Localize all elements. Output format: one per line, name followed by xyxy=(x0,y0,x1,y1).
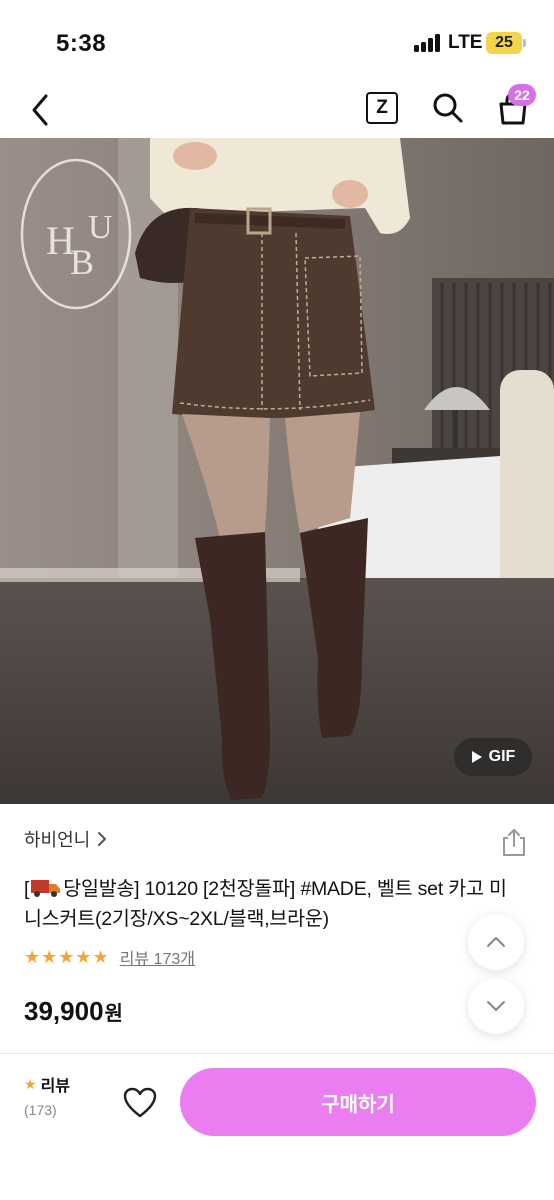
buy-button[interactable]: 구매하기 xyxy=(180,1068,536,1136)
bottom-review-count: (173) xyxy=(24,1102,57,1118)
shop-name: 하비언니 xyxy=(24,830,91,850)
chevron-down-icon xyxy=(487,1001,505,1011)
chevron-left-icon xyxy=(32,94,48,126)
price-unit: 원 xyxy=(104,1003,123,1025)
play-icon xyxy=(471,751,482,763)
battery-level: 25 xyxy=(495,34,513,51)
status-bar: 5:38 LTE 25 xyxy=(0,0,554,80)
network-label: LTE xyxy=(448,32,483,53)
heart-icon xyxy=(123,1087,157,1118)
watermark-b: B xyxy=(70,242,94,282)
back-button[interactable] xyxy=(24,86,60,130)
gif-badge[interactable]: GIF xyxy=(454,738,532,776)
cart-badge: 22 xyxy=(508,84,536,106)
shop-link[interactable]: 하비언니 xyxy=(24,826,108,852)
watermark-u: U xyxy=(88,209,113,246)
product-title-prefix: [ xyxy=(24,878,30,900)
signal-icon xyxy=(414,34,442,52)
product-image[interactable]: H B U xyxy=(0,138,554,804)
bottom-review-header: ★ 리뷰 xyxy=(24,1072,84,1096)
z-icon-button[interactable]: Z xyxy=(366,92,398,124)
price-value: 39,900 xyxy=(24,996,104,1026)
bottom-divider xyxy=(0,1053,554,1054)
share-button[interactable] xyxy=(498,826,530,858)
battery-icon: 25 xyxy=(486,32,522,54)
delivery-truck-icon xyxy=(31,880,61,897)
scroll-down-button[interactable] xyxy=(468,978,524,1034)
status-time: 5:38 xyxy=(56,30,107,57)
share-icon xyxy=(503,829,525,856)
chevron-right-icon xyxy=(98,832,107,846)
product-title: [당일발송] 10120 [2천장돌파] #MADE, 벨트 set 카고 미니… xyxy=(24,874,524,934)
scroll-up-button[interactable] xyxy=(468,914,524,970)
product-title-text: 당일발송] 10120 [2천장돌파] #MADE, 벨트 set 카고 미니스… xyxy=(24,878,507,930)
rating-row: ★★★★★ 리뷰 173개 xyxy=(24,945,195,969)
battery-cap xyxy=(523,39,526,47)
star-icon: ★ xyxy=(24,1075,37,1092)
search-icon xyxy=(433,93,463,123)
bottom-review-button[interactable]: ★ 리뷰 (173) xyxy=(24,1072,84,1119)
like-button[interactable] xyxy=(122,1086,158,1120)
rating-stars: ★★★★★ xyxy=(24,946,110,967)
chevron-up-icon xyxy=(487,937,505,947)
top-nav: Z xyxy=(0,80,554,138)
search-button[interactable] xyxy=(430,90,466,126)
price: 39,900 원 xyxy=(24,996,123,1027)
gif-label: GIF xyxy=(488,748,516,765)
brand-watermark-logo: H B U xyxy=(20,158,132,310)
bottom-review-label: 리뷰 xyxy=(40,1078,71,1095)
z-label: Z xyxy=(376,97,388,118)
review-link[interactable]: 리뷰 173개 xyxy=(120,945,195,969)
